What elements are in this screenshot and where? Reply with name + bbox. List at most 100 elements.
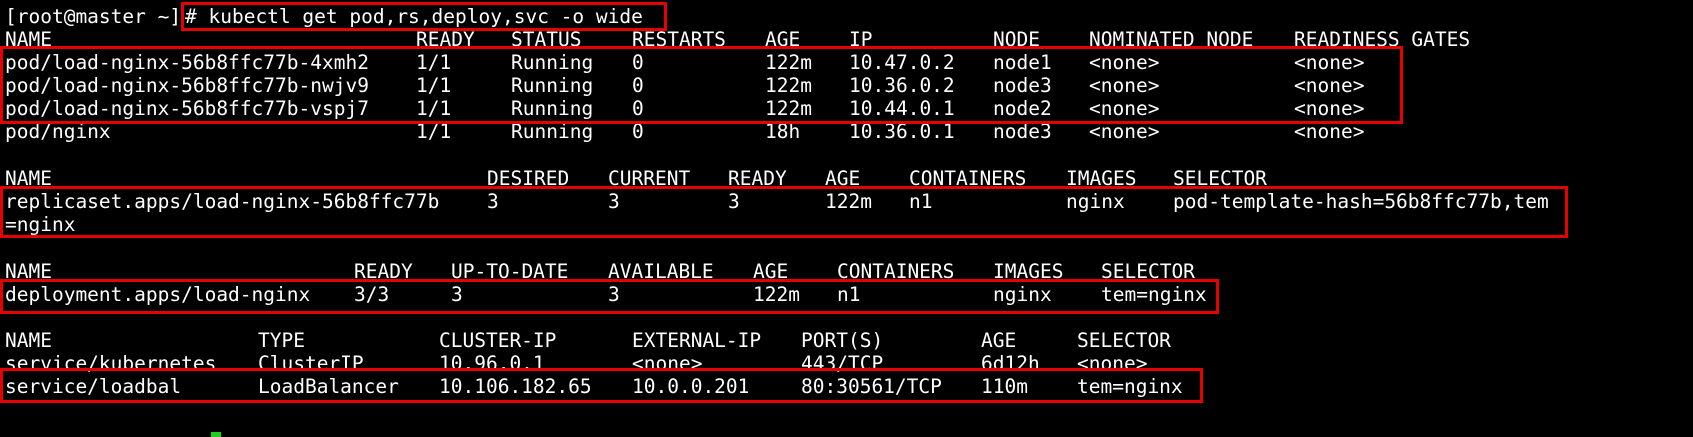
cell-images: nginx: [993, 283, 1052, 306]
cell-status: Running: [511, 74, 594, 97]
cell-ip: 10.36.0.2: [849, 74, 955, 97]
cell-ports: 80:30561/TCP: [801, 375, 942, 398]
cell-age: 122m: [765, 74, 812, 97]
cell-desired: 3: [487, 190, 499, 213]
cell-restarts: 0: [632, 51, 644, 74]
cell-ready: 3: [728, 190, 740, 213]
column-header: CURRENT: [608, 167, 691, 190]
column-header: IMAGES: [1066, 167, 1137, 190]
cell-name: replicaset.apps/load-nginx-56b8ffc77b: [5, 190, 440, 213]
column-header: READINESS GATES: [1294, 28, 1471, 51]
deployment-table-header: NAME READY UP-TO-DATE AVAILABLE AGE CONT…: [0, 259, 1195, 284]
cell-ready: 1/1: [416, 120, 452, 143]
cell-age: 110m: [981, 375, 1028, 398]
cell-restarts: 0: [632, 97, 644, 120]
cell-age: 18h: [765, 120, 801, 143]
column-header: AVAILABLE: [608, 260, 714, 283]
shell-prompt: [root@master ~]: [5, 5, 182, 28]
column-header: PORT(S): [801, 329, 884, 352]
column-header: NAME: [5, 329, 52, 352]
pod-row: pod/load-nginx-56b8ffc77b-vspj7 1/1 Runn…: [0, 96, 1364, 121]
column-header: TYPE: [258, 329, 305, 352]
cell-readiness-gates: <none>: [1294, 120, 1365, 143]
cell-ip: 10.36.0.1: [849, 120, 955, 143]
column-header: NAME: [5, 28, 52, 51]
column-header: READY: [354, 260, 413, 283]
cell-age: 122m: [753, 283, 800, 306]
column-header: AGE: [765, 28, 801, 51]
cell-selector: tem=nginx: [1077, 375, 1183, 398]
cell-readiness-gates: <none>: [1294, 74, 1365, 97]
service-row: service/loadbal LoadBalancer 10.106.182.…: [0, 374, 1183, 399]
column-header: CONTAINERS: [837, 260, 955, 283]
cell-ready: 1/1: [416, 97, 452, 120]
cell-readiness-gates: <none>: [1294, 51, 1365, 74]
cell-external-ip: <none>: [632, 352, 703, 375]
column-header: SELECTOR: [1101, 260, 1195, 283]
cell-ready: 1/1: [416, 51, 452, 74]
column-header: STATUS: [511, 28, 582, 51]
cell-node: node3: [993, 120, 1052, 143]
cell-selector: tem=nginx: [1101, 283, 1207, 306]
cell-containers: n1: [909, 190, 933, 213]
cell-name: pod/load-nginx-56b8ffc77b-4xmh2: [5, 51, 369, 74]
pod-row: pod/load-nginx-56b8ffc77b-4xmh2 1/1 Runn…: [0, 50, 1364, 75]
cell-age: 122m: [765, 51, 812, 74]
cell-name: service/kubernetes: [5, 352, 217, 375]
cell-ip: 10.47.0.2: [849, 51, 955, 74]
cell-nominated-node: <none>: [1089, 97, 1160, 120]
cell-ready: 1/1: [416, 74, 452, 97]
pod-table-header: NAME READY STATUS RESTARTS AGE IP NODE N…: [0, 27, 1470, 52]
column-header: NODE: [993, 28, 1040, 51]
replicaset-row: replicaset.apps/load-nginx-56b8ffc77b 3 …: [0, 189, 1549, 214]
column-header: NAME: [5, 260, 52, 283]
cell-readiness-gates: <none>: [1294, 97, 1365, 120]
cell-nominated-node: <none>: [1089, 74, 1160, 97]
deployment-row: deployment.apps/load-nginx 3/3 3 3 122m …: [0, 282, 1207, 307]
cell-node: node2: [993, 97, 1052, 120]
cell-name: pod/nginx: [5, 120, 111, 143]
cell-nominated-node: <none>: [1089, 51, 1160, 74]
terminal-window[interactable]: [root@master ~] # kubectl get pod,rs,dep…: [0, 0, 1693, 437]
cell-status: Running: [511, 120, 594, 143]
cell-age: 122m: [825, 190, 872, 213]
cell-node: node1: [993, 51, 1052, 74]
replicaset-table-header: NAME DESIRED CURRENT READY AGE CONTAINER…: [0, 166, 1267, 191]
cell-name: service/loadbal: [5, 375, 182, 398]
cell-external-ip: 10.0.0.201: [632, 375, 750, 398]
column-header: IP: [849, 28, 873, 51]
cell-restarts: 0: [632, 74, 644, 97]
pod-row: pod/load-nginx-56b8ffc77b-nwjv9 1/1 Runn…: [0, 73, 1364, 98]
cell-current: 3: [608, 190, 620, 213]
cell-ip: 10.44.0.1: [849, 97, 955, 120]
cell-up-to-date: 3: [451, 283, 463, 306]
column-header: EXTERNAL-IP: [632, 329, 762, 352]
service-row: service/kubernetes ClusterIP 10.96.0.1 <…: [0, 351, 1147, 376]
cell-cluster-ip: 10.106.182.65: [439, 375, 592, 398]
command-text: # kubectl get pod,rs,deploy,svc -o wide: [185, 5, 643, 28]
cell-selector: pod-template-hash=56b8ffc77b,tem: [1173, 190, 1549, 213]
column-header: NAME: [5, 167, 52, 190]
column-header: CLUSTER-IP: [439, 329, 557, 352]
column-header: AGE: [753, 260, 789, 283]
pod-row: pod/nginx 1/1 Running 0 18h 10.36.0.1 no…: [0, 119, 1364, 144]
cell-name: pod/load-nginx-56b8ffc77b-nwjv9: [5, 74, 369, 97]
cell-nominated-node: <none>: [1089, 120, 1160, 143]
cell-selector: <none>: [1077, 352, 1148, 375]
cell-age: 122m: [765, 97, 812, 120]
column-header: DESIRED: [487, 167, 570, 190]
service-table-header: NAME TYPE CLUSTER-IP EXTERNAL-IP PORT(S)…: [0, 328, 1171, 353]
column-header: AGE: [825, 167, 861, 190]
cell-status: Running: [511, 97, 594, 120]
terminal-cursor: [211, 432, 221, 437]
cell-ports: 443/TCP: [801, 352, 884, 375]
cell-name: deployment.apps/load-nginx: [5, 283, 311, 306]
cell-name: pod/load-nginx-56b8ffc77b-vspj7: [5, 97, 369, 120]
cell-ready: 3/3: [354, 283, 390, 306]
cell-available: 3: [608, 283, 620, 306]
column-header: SELECTOR: [1077, 329, 1171, 352]
replicaset-row-wrap: =nginx: [0, 212, 75, 237]
column-header: AGE: [981, 329, 1017, 352]
cell-containers: n1: [837, 283, 861, 306]
cell-age: 6d12h: [981, 352, 1040, 375]
